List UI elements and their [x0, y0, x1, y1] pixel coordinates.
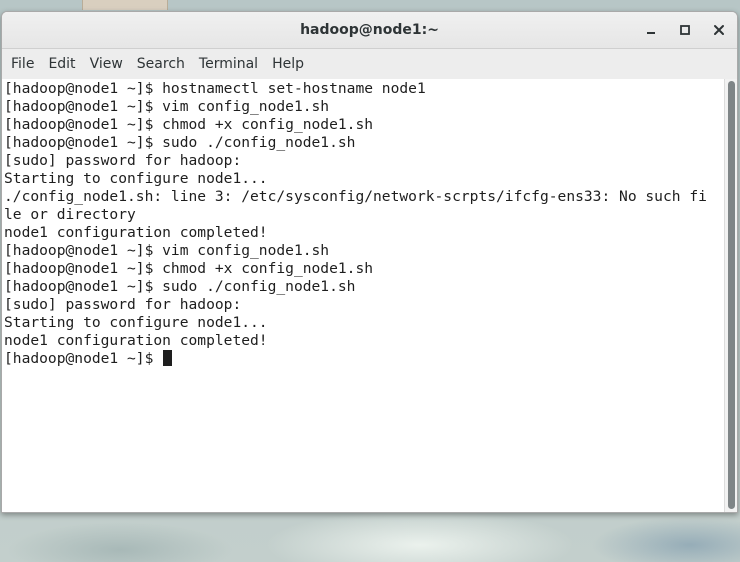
title-bar[interactable]: hadoop@node1:~ — [2, 12, 737, 49]
menu-file[interactable]: File — [4, 49, 41, 79]
terminal-line: [sudo] password for hadoop: — [4, 296, 242, 313]
terminal-line: [hadoop@node1 ~]$ chmod +x config_node1.… — [4, 116, 374, 133]
terminal-line: ./config_node1.sh: line 3: /etc/sysconfi… — [4, 188, 707, 205]
vertical-scrollbar[interactable] — [724, 79, 737, 512]
terminal-line: node1 configuration completed! — [4, 224, 268, 241]
menu-edit[interactable]: Edit — [41, 49, 82, 79]
terminal-line: [hadoop@node1 ~]$ chmod +x config_node1.… — [4, 260, 374, 277]
desktop-file-icon[interactable] — [82, 0, 168, 10]
close-button[interactable] — [710, 21, 728, 39]
terminal-line: [hadoop@node1 ~]$ sudo ./config_node1.sh — [4, 278, 356, 295]
terminal-prompt: [hadoop@node1 ~]$ — [4, 350, 163, 367]
terminal-line: [hadoop@node1 ~]$ sudo ./config_node1.sh — [4, 134, 356, 151]
text-cursor — [163, 350, 173, 366]
close-icon — [714, 25, 724, 35]
minimize-icon — [647, 32, 655, 34]
menu-bar: File Edit View Search Terminal Help — [2, 49, 737, 80]
terminal-line: Starting to configure node1... — [4, 314, 268, 331]
maximize-button[interactable] — [676, 21, 694, 39]
minimize-button[interactable] — [642, 21, 660, 39]
menu-search[interactable]: Search — [130, 49, 192, 79]
terminal-line: [sudo] password for hadoop: — [4, 152, 242, 169]
terminal-prompt-line[interactable]: [hadoop@node1 ~]$ — [4, 350, 707, 368]
terminal-line: [hadoop@node1 ~]$ vim config_node1.sh — [4, 98, 330, 115]
terminal-output[interactable]: [hadoop@node1 ~]$ hostnamectl set-hostna… — [2, 79, 724, 512]
menu-help[interactable]: Help — [265, 49, 311, 79]
terminal-line: node1 configuration completed! — [4, 332, 268, 349]
maximize-icon — [680, 25, 690, 35]
terminal-window: hadoop@node1:~ File Edit View Search Ter… — [1, 11, 738, 513]
terminal-line: [hadoop@node1 ~]$ vim config_node1.sh — [4, 242, 330, 259]
terminal-line: [hadoop@node1 ~]$ hostnamectl set-hostna… — [4, 80, 426, 97]
scrollbar-thumb[interactable] — [728, 81, 735, 509]
terminal-line: le or directory — [4, 206, 136, 223]
menu-view[interactable]: View — [83, 49, 130, 79]
window-title: hadoop@node1:~ — [300, 22, 439, 38]
menu-terminal[interactable]: Terminal — [192, 49, 265, 79]
terminal-line: Starting to configure node1... — [4, 170, 268, 187]
